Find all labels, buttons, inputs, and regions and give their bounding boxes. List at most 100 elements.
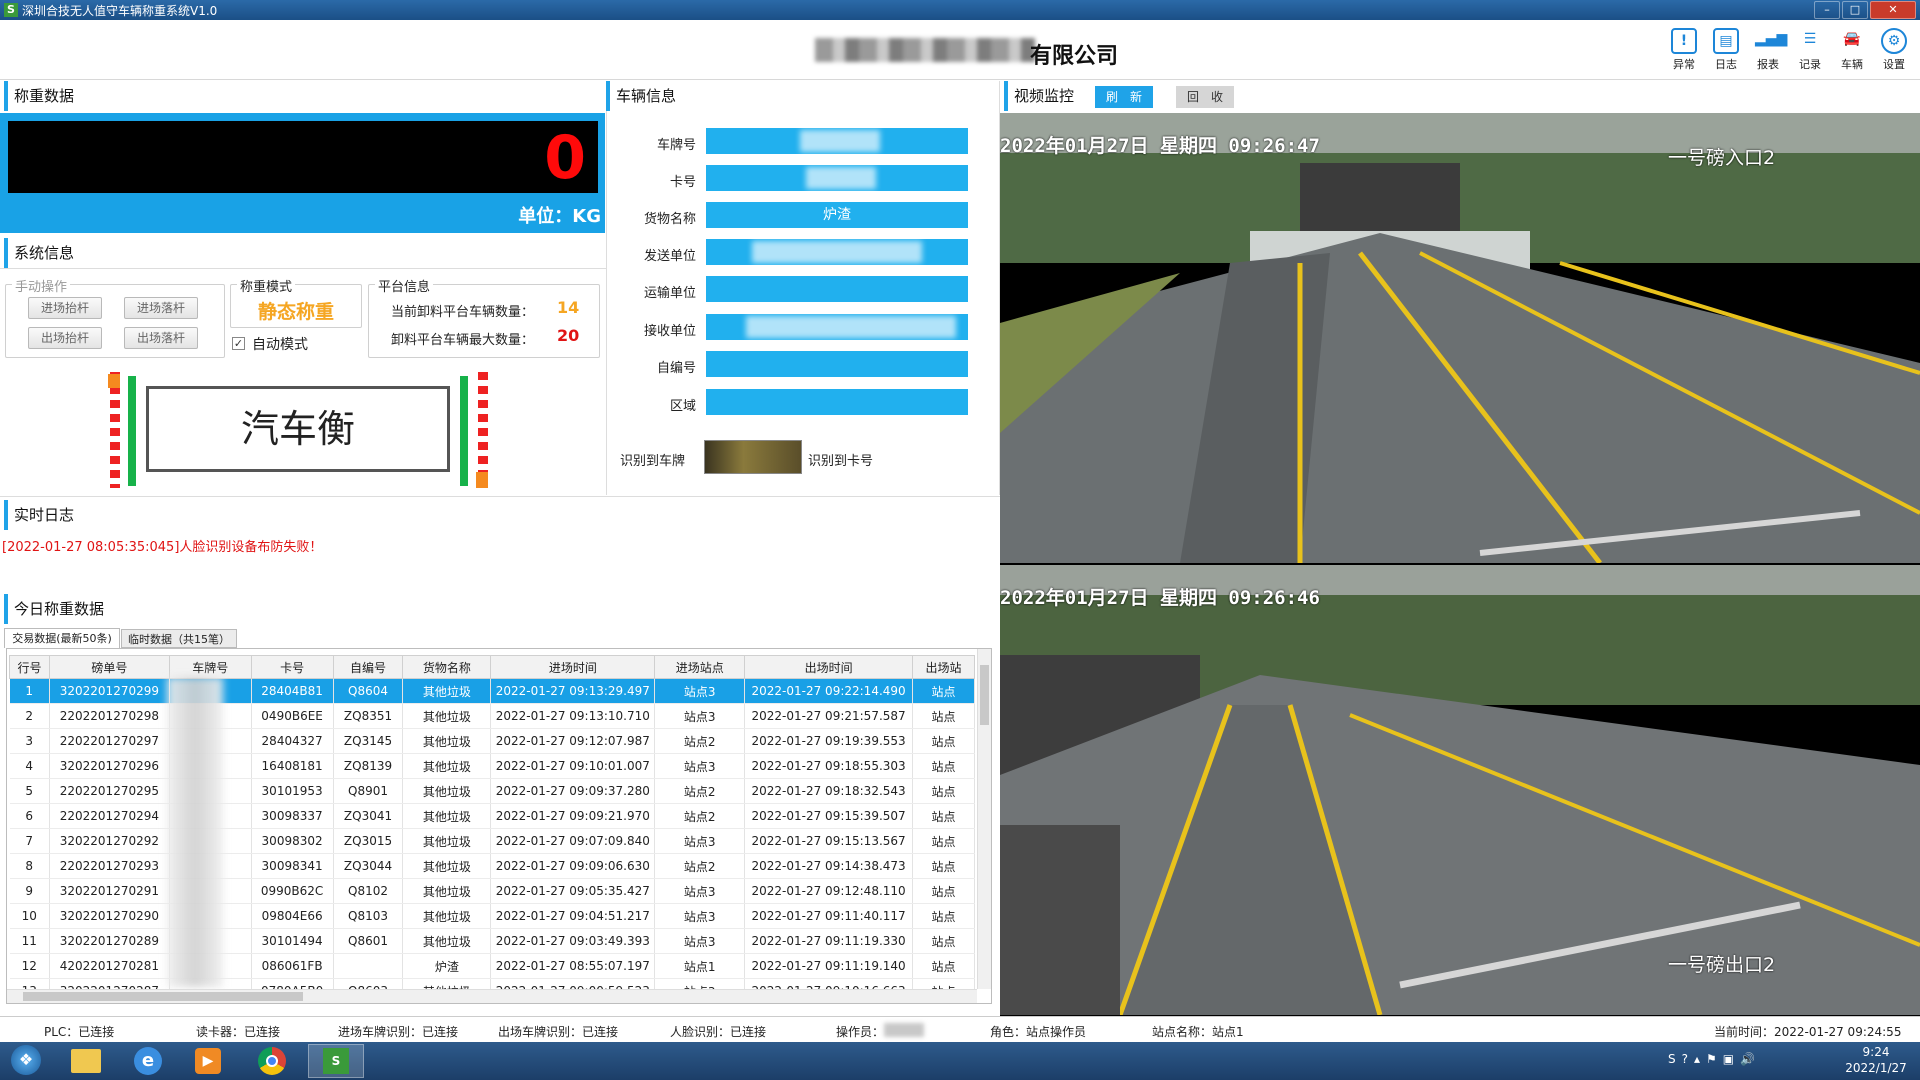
table-cell: 2022-01-27 09:14:38.473 [744,853,914,879]
table-row[interactable]: 3 2202201270297 28404327 ZQ3145 其他垃圾 2022-01-… [9,728,975,754]
today-section-header: 今日称重数据 [4,594,994,624]
vertical-scroll-thumb[interactable] [980,665,989,725]
table-row[interactable]: 11 3202201270289 30101494 Q8601 其他垃圾 2022-01-… [9,928,975,954]
table-cell: 0490B6EE [251,703,334,729]
col-header[interactable]: 进场时间 [490,655,656,679]
col-header[interactable]: 行号 [9,655,50,679]
table-cell: 炉渣 [402,953,492,979]
current-count-label: 当前卸料平台车辆数量： [391,305,535,320]
toolbar-records-button[interactable]: ☰ 记录 [1792,26,1828,76]
taskbar-weighing-app[interactable]: S [308,1044,364,1078]
taskbar-explorer[interactable] [58,1044,114,1078]
taskbar-clock[interactable]: 9:24 2022/1/27 [1840,1044,1912,1076]
col-header[interactable]: 进场站点 [654,655,746,679]
plate-recognized-label: 识别到车牌 [620,454,686,469]
table-row[interactable]: 6 2202201270294 30098337 ZQ3041 其他垃圾 2022-01-… [9,803,975,829]
table-row[interactable]: 1 3202201270299 28404B81 Q8604 其他垃圾 2022-01-2… [9,678,975,704]
weight-panel: 0 单位：KG [0,113,605,233]
video-recycle-button[interactable]: 回 收 [1176,86,1234,108]
tab-temp-data[interactable]: 临时数据（共15笔） [121,629,237,648]
taskbar-chrome[interactable] [244,1044,300,1078]
table-cell: 其他垃圾 [402,678,492,704]
toolbar-vehicles-button[interactable]: 🚘 车辆 [1834,26,1870,76]
maximize-button[interactable]: □ [1842,1,1868,19]
table-row[interactable]: 4 3202201270296 16408181 ZQ8139 其他垃圾 2022-01-… [9,753,975,779]
table-cell: ZQ8351 [333,703,404,729]
table-cell: 7 [9,828,50,854]
toolbar-abnormal-button[interactable]: ! 异常 [1666,26,1702,76]
camera-exit-timestamp: 2022年01月27日 星期四 09:26:46 [1000,587,1320,609]
toolbar-settings-button[interactable]: ⚙ 设置 [1876,26,1912,76]
tab-transaction-data[interactable]: 交易数据(最新50条) [4,628,120,648]
log-book-icon: ▤ [1713,28,1739,54]
plate-snapshot-image [704,440,802,474]
table-cell: 2 [9,703,50,729]
table-cell: 2022-01-27 09:18:55.303 [744,753,914,779]
table-row[interactable]: 9 3202201270291 0990B62C Q8102 其他垃圾 2022-01-2… [9,878,975,904]
table-cell: 16408181 [251,753,334,779]
table-horizontal-scrollbar[interactable] [7,989,977,1003]
table-row[interactable]: 5 2202201270295 30101953 Q8901 其他垃圾 2022-01-2… [9,778,975,804]
table-row[interactable]: 2 2202201270298 0490B6EE ZQ8351 其他垃圾 2022-01-… [9,703,975,729]
table-cell: 2022-01-27 09:21:57.587 [744,703,914,729]
weigh-mode-group: 称重模式 静态称重 [230,276,362,328]
table-cell: 其他垃圾 [402,753,492,779]
auto-mode-checkbox[interactable]: ✓ 自动模式 [232,334,362,354]
video-monitor-area: 2022年01月27日 星期四 09:26:47 一号磅入口2 2022年01月… [1000,113,1920,1016]
weigh-mode-value: 静态称重 [257,301,334,323]
auto-mode-label: 自动模式 [252,337,308,353]
entry-raise-button[interactable]: 进场抬杆 [28,297,102,319]
exit-lower-button[interactable]: 出场落杆 [124,327,198,349]
manual-operation-group: 手动操作 进场抬杆 进场落杆 出场抬杆 出场落杆 [5,276,225,358]
table-cell: 2022-01-27 08:55:07.197 [490,953,656,979]
table-row[interactable]: 7 3202201270292 30098302 ZQ3015 其他垃圾 2022-01-… [9,828,975,854]
table-cell: 8 [9,853,50,879]
col-header[interactable]: 货物名称 [402,655,492,679]
table-cell: 2022-01-27 09:12:07.987 [490,728,656,754]
status-plc: PLC：已连接 [44,1025,115,1039]
col-header[interactable]: 卡号 [250,655,334,679]
table-row[interactable]: 10 3202201270290 09804E66 Q8103 其他垃圾 2022-01-… [9,903,975,929]
entry-barrier-light [108,374,120,388]
scale-diagram: 汽车衡 [108,372,488,490]
col-header[interactable]: 出场站 [912,655,975,679]
taskbar-media-player[interactable]: ▶ [180,1044,236,1078]
col-header[interactable]: 磅单号 [48,655,170,679]
checkbox-check-icon: ✓ [232,337,245,350]
system-tray-icons[interactable]: S?▴⚑▣🔊 [1668,1052,1761,1066]
exit-raise-button[interactable]: 出场抬杆 [28,327,102,349]
table-cell: 2022-01-27 09:19:39.553 [744,728,914,754]
camera-feed-exit[interactable]: 2022年01月27日 星期四 09:26:46 一号磅出口2 [1000,565,1920,1015]
camera-entry-scene [1000,113,1920,563]
col-header[interactable]: 出场时间 [744,655,914,679]
table-row[interactable]: 8 2202201270293 30098341 ZQ3044 其他垃圾 2022-01-… [9,853,975,879]
table-vertical-scrollbar[interactable] [977,649,991,989]
camera-feed-entry[interactable]: 2022年01月27日 星期四 09:26:47 一号磅入口2 [1000,113,1920,563]
table-cell: 2202201270298 [49,703,170,729]
minimize-button[interactable]: – [1814,1,1840,19]
toolbar-report-button[interactable]: ▂▄▆ 报表 [1750,26,1787,76]
col-header[interactable]: 自编号 [332,655,404,679]
weigh-data-table: 行号 磅单号 车牌号 卡号 自编号 货物名称 进场时间 进场站点 出场时间 出场… [9,655,975,1003]
entry-barrier-pole [110,372,120,488]
col-header[interactable]: 车牌号 [168,655,252,679]
horizontal-scroll-thumb[interactable] [23,992,303,1001]
status-operator: 操作员： [836,1025,885,1039]
table-cell: Q8102 [333,878,404,904]
status-entry-lpr: 进场车牌识别：已连接 [338,1025,459,1039]
taskbar-ie[interactable]: e [120,1044,176,1078]
toolbar-log-button[interactable]: ▤ 日志 [1708,26,1744,76]
status-bar: PLC：已连接 读卡器：已连接 进场车牌识别：已连接 出场车牌识别：已连接 人脸… [0,1016,1920,1042]
table-cell: 1 [9,678,50,704]
video-refresh-button[interactable]: 刷 新 [1095,86,1153,108]
table-cell: 其他垃圾 [402,903,492,929]
transport-unit-label: 运输单位 [643,286,696,301]
entry-lower-button[interactable]: 进场落杆 [124,297,198,319]
table-cell: 站点 [912,728,975,754]
table-row[interactable]: 12 4202201270281 086061FB 炉渣 2022-01-27 08:5… [9,953,975,979]
table-cell: 其他垃圾 [402,778,492,804]
windows-logo-icon: ❖ [11,1045,41,1075]
table-cell: 站点 [912,778,975,804]
start-button[interactable]: ❖ [2,1044,50,1078]
close-button[interactable]: ✕ [1870,1,1916,19]
